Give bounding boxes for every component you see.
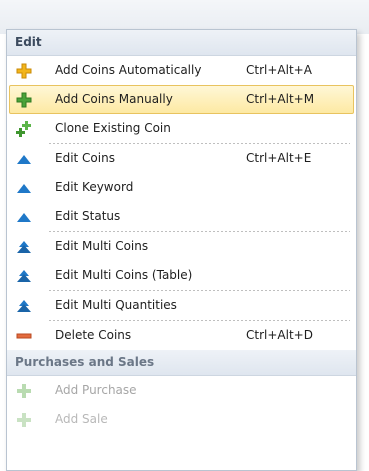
menu-item-add-coins-manually[interactable]: Add Coins Manually Ctrl+Alt+M [9,85,354,114]
menu-item-add-purchase[interactable]: Add Purchase [9,376,354,405]
menu-item-label: Clone Existing Coin [55,121,171,135]
menu-item-label: Add Sale [55,412,108,426]
menu-item-label: Edit Keyword [55,180,134,194]
menu-item-add-sale[interactable]: Add Sale [9,405,354,434]
section-header-purchases-and-sales: Purchases and Sales [7,350,356,376]
blue-triangle-icon [16,209,32,225]
menu-item-shortcut: Ctrl+Alt+E [246,151,312,165]
menu-item-edit-status[interactable]: Edit Status [9,202,354,231]
plus-yellow-icon [16,63,32,79]
plus-green-icon [16,92,32,108]
menu-item-label: Edit Coins [55,151,115,165]
menu-item-label: Edit Multi Quantities [55,298,177,312]
menu-item-shortcut: Ctrl+Alt+A [246,63,312,77]
blue-triangle-icon [16,180,32,196]
context-menu: Edit Add Coins Automatically Ctrl+Alt+A … [6,29,357,471]
blue-double-triangle-icon [16,268,32,284]
blue-triangle-icon [16,151,32,167]
menu-item-edit-multi-quantities[interactable]: Edit Multi Quantities [9,291,354,320]
menu-item-label: Delete Coins [55,328,132,342]
clone-green-icon [16,121,32,137]
menu-item-label: Edit Multi Coins (Table) [55,268,193,282]
menu-item-label: Add Coins Manually [55,92,173,106]
plus-gray-icon [16,412,32,428]
menu-item-edit-coins[interactable]: Edit Coins Ctrl+Alt+E [9,144,354,173]
menu-item-label: Add Purchase [55,383,137,397]
menu-item-shortcut: Ctrl+Alt+M [246,92,315,106]
minus-red-icon [16,328,32,344]
menu-item-label: Add Coins Automatically [55,63,202,77]
blue-double-triangle-icon [16,239,32,255]
menu-item-shortcut: Ctrl+Alt+D [246,328,313,342]
menu-item-edit-keyword[interactable]: Edit Keyword [9,173,354,202]
section-header-edit: Edit [7,30,356,56]
menu-item-edit-multi-coins-table[interactable]: Edit Multi Coins (Table) [9,261,354,290]
plus-gray-icon [16,383,32,399]
menu-item-delete-coins[interactable]: Delete Coins Ctrl+Alt+D [9,321,354,350]
menu-item-label: Edit Status [55,209,121,223]
menu-item-edit-multi-coins[interactable]: Edit Multi Coins [9,232,354,261]
menu-item-label: Edit Multi Coins [55,239,149,253]
menu-item-clone-existing-coin[interactable]: Clone Existing Coin [9,114,354,143]
menu-item-add-coins-automatically[interactable]: Add Coins Automatically Ctrl+Alt+A [9,56,354,85]
blue-double-triangle-icon [16,298,32,314]
